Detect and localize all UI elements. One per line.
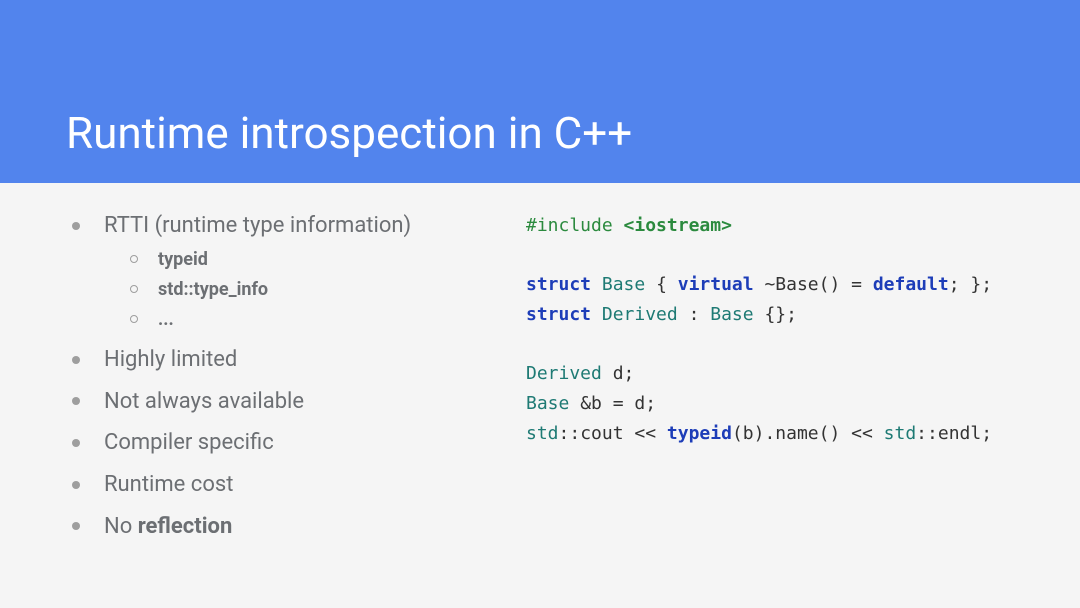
code-include-target: <iostream> bbox=[624, 215, 732, 236]
code-keyword: typeid bbox=[667, 423, 732, 444]
slide-header: Runtime introspection in C++ bbox=[0, 0, 1080, 183]
code-text: d; bbox=[602, 363, 635, 384]
code-type: Base bbox=[526, 393, 569, 414]
bullet-item: RTTI (runtime type information) typeid s… bbox=[66, 211, 526, 333]
code-text: (b).name() << bbox=[732, 423, 884, 444]
code-text: cout << bbox=[580, 423, 667, 444]
bullet-item: Runtime cost bbox=[66, 470, 526, 500]
code-keyword: struct bbox=[526, 274, 591, 295]
code-preprocessor: #include bbox=[526, 215, 613, 236]
code-column: #include <iostream> struct Base { virtua… bbox=[526, 211, 1040, 608]
slide-body: RTTI (runtime type information) typeid s… bbox=[0, 183, 1080, 608]
sub-bullet-list: typeid std::type_info ... bbox=[104, 247, 526, 333]
slide-title: Runtime introspection in C++ bbox=[66, 107, 632, 159]
slide: Runtime introspection in C++ RTTI (runti… bbox=[0, 0, 1080, 608]
code-text: :: bbox=[559, 423, 581, 444]
bullet-list: RTTI (runtime type information) typeid s… bbox=[66, 211, 526, 541]
code-namespace: std bbox=[526, 423, 559, 444]
bullet-text-prefix: No bbox=[104, 514, 138, 539]
code-text: { bbox=[645, 274, 678, 295]
bullet-text: RTTI (runtime type information) bbox=[104, 213, 411, 238]
bullet-column: RTTI (runtime type information) typeid s… bbox=[66, 211, 526, 608]
sub-bullet-item: typeid bbox=[104, 247, 526, 273]
code-text: endl; bbox=[938, 423, 992, 444]
code-text: ~Base() = bbox=[754, 274, 873, 295]
code-type: Base bbox=[710, 304, 753, 325]
sub-bullet-item: ... bbox=[104, 307, 526, 333]
code-type: Base bbox=[602, 274, 645, 295]
bullet-text-bold: reflection bbox=[138, 514, 233, 539]
code-namespace: std bbox=[884, 423, 917, 444]
code-text: ; }; bbox=[949, 274, 992, 295]
code-keyword: virtual bbox=[678, 274, 754, 295]
code-text: &b = d; bbox=[569, 393, 656, 414]
code-text: :: bbox=[916, 423, 938, 444]
bullet-item: Compiler specific bbox=[66, 428, 526, 458]
code-text: {}; bbox=[754, 304, 797, 325]
code-type: Derived bbox=[602, 304, 678, 325]
sub-bullet-item: std::type_info bbox=[104, 277, 526, 303]
bullet-item: Highly limited bbox=[66, 345, 526, 375]
bullet-item: Not always available bbox=[66, 387, 526, 417]
code-keyword: default bbox=[873, 274, 949, 295]
bullet-item: No reflection bbox=[66, 512, 526, 542]
code-type: Derived bbox=[526, 363, 602, 384]
code-keyword: struct bbox=[526, 304, 591, 325]
code-text: : bbox=[678, 304, 711, 325]
